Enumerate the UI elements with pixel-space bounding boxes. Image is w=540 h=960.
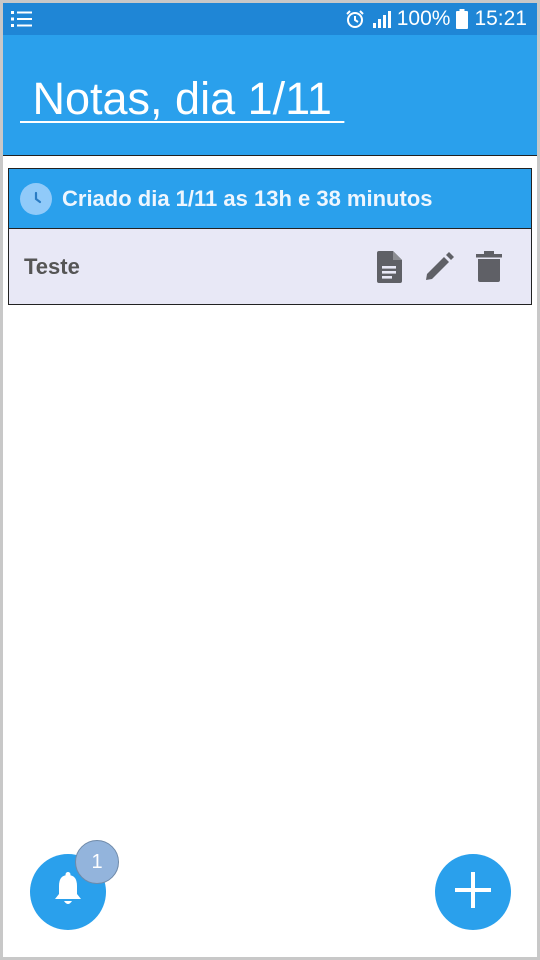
delete-icon[interactable] [471, 249, 507, 285]
menu-icon [11, 10, 33, 28]
plus-icon [455, 871, 491, 913]
page-title: Notas, dia 1/11 [20, 73, 345, 124]
clock-icon [20, 182, 52, 215]
document-icon[interactable] [371, 249, 407, 285]
signal-icon [371, 9, 391, 29]
battery-icon [456, 9, 469, 29]
app-bar: Notas, dia 1/11 [3, 35, 537, 156]
add-note-button[interactable] [435, 854, 511, 930]
status-bar: 100% 15:21 [3, 3, 537, 35]
clock-time: 15:21 [474, 7, 527, 30]
note-card-body[interactable]: Teste [9, 229, 531, 305]
edit-icon[interactable] [421, 249, 457, 285]
note-card-header: Criado dia 1/11 as 13h e 38 minutos [9, 169, 531, 229]
alarm-icon [345, 9, 365, 29]
note-actions [371, 249, 507, 285]
note-title: Teste [24, 254, 80, 279]
note-card[interactable]: Criado dia 1/11 as 13h e 38 minutos Test… [8, 168, 532, 305]
note-created-text: Criado dia 1/11 as 13h e 38 minutos [62, 185, 433, 211]
battery-percent: 100% [396, 7, 451, 30]
bell-icon [53, 871, 83, 913]
notification-count-badge: 1 [75, 840, 119, 884]
